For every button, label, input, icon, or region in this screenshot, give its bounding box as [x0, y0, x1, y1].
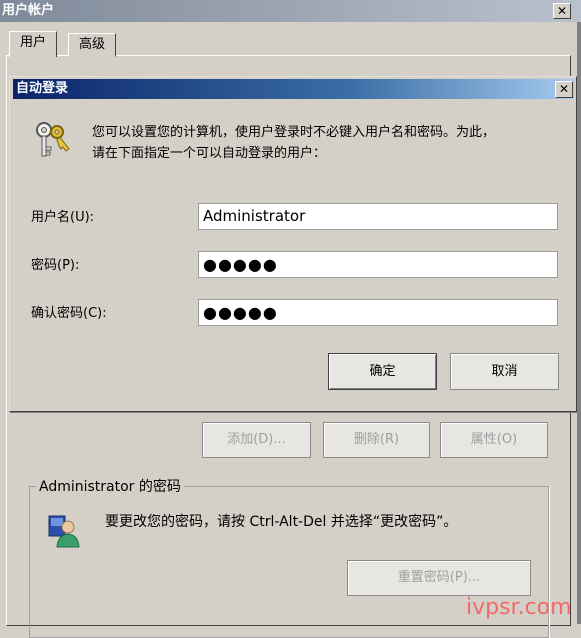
- close-icon: ✕: [558, 82, 570, 96]
- add-user-button[interactable]: 添加(D)...: [202, 422, 311, 458]
- watermark: ivpsr.com: [466, 595, 572, 620]
- dialog-close-button[interactable]: ✕: [555, 81, 573, 98]
- cancel-button-label: 取消: [491, 364, 518, 379]
- confirm-password-field[interactable]: ●●●●●: [198, 299, 558, 326]
- password-label: 密码(P):: [31, 258, 80, 273]
- dialog-title: 自动登录: [16, 81, 69, 96]
- password-field[interactable]: ●●●●●: [198, 251, 558, 278]
- tab-advanced[interactable]: 高级: [68, 33, 117, 57]
- ok-button-label: 确定: [369, 364, 396, 379]
- window-edge: [577, 22, 581, 624]
- properties-button-label: 属性(O): [470, 432, 518, 447]
- user-account-icon: [46, 513, 82, 549]
- username-field[interactable]: Administrator: [198, 203, 558, 230]
- username-value: Administrator: [203, 207, 306, 225]
- tab-advanced-label: 高级: [79, 37, 106, 52]
- cancel-button[interactable]: 取消: [450, 353, 559, 390]
- ok-button[interactable]: 确定: [328, 353, 437, 390]
- confirm-password-label: 确认密码(C):: [31, 306, 107, 321]
- keys-icon: [32, 119, 72, 161]
- close-icon: ✕: [556, 4, 568, 18]
- reset-password-button[interactable]: 重置密码(P)...: [347, 560, 531, 596]
- password-group-legend: Administrator 的密码: [36, 477, 184, 497]
- properties-button[interactable]: 属性(O): [440, 422, 548, 458]
- description-line-2: 请在下面指定一个可以自动登录的用户：: [92, 146, 327, 161]
- window-close-button[interactable]: ✕: [553, 3, 571, 19]
- window-title-bar: 用户帐户: [0, 0, 581, 22]
- tab-users[interactable]: 用户: [9, 31, 58, 57]
- reset-password-button-label: 重置密码(P)...: [397, 570, 481, 585]
- password-value: ●●●●●: [203, 255, 278, 274]
- tab-users-label: 用户: [20, 35, 47, 50]
- add-user-button-label: 添加(D)...: [227, 432, 286, 447]
- window-title: 用户帐户: [2, 3, 55, 18]
- remove-user-button-label: 删除(R): [353, 432, 400, 447]
- dialog-title-bar: 自动登录: [13, 79, 574, 99]
- dialog-description: 您可以设置您的计算机，使用户登录时不必键入用户名和密码。为此， 请在下面指定一个…: [92, 122, 495, 164]
- confirm-password-value: ●●●●●: [203, 303, 278, 322]
- password-change-hint: 要更改您的密码，请按 Ctrl-Alt-Del 并选择“更改密码”。: [105, 514, 458, 530]
- remove-user-button[interactable]: 删除(R): [323, 422, 430, 458]
- description-line-1: 您可以设置您的计算机，使用户登录时不必键入用户名和密码。为此，: [92, 125, 496, 140]
- username-label: 用户名(U):: [31, 210, 95, 225]
